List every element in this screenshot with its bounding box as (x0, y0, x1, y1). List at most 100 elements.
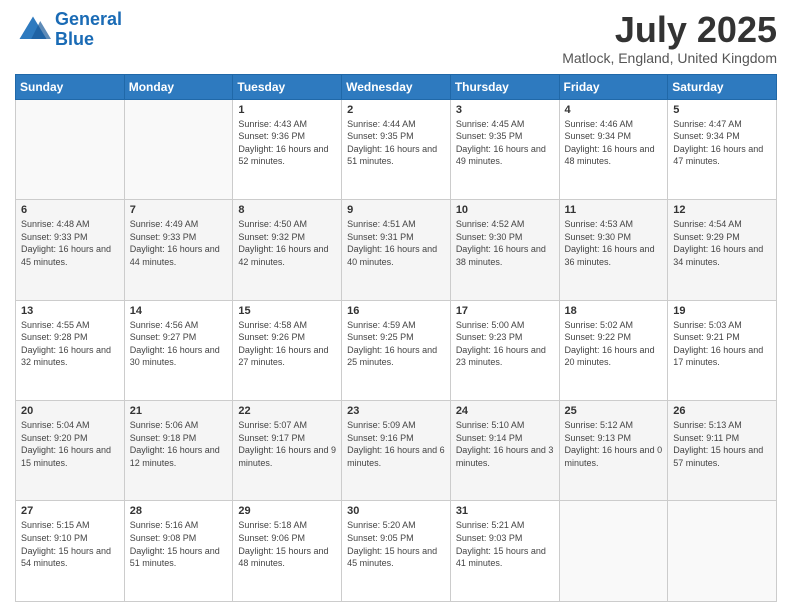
day-info: Sunrise: 4:45 AMSunset: 9:35 PMDaylight:… (456, 118, 554, 168)
calendar-cell: 29 Sunrise: 5:18 AMSunset: 9:06 PMDayligh… (233, 501, 342, 602)
day-info: Sunrise: 5:07 AMSunset: 9:17 PMDaylight:… (238, 419, 336, 469)
logo: General Blue (15, 10, 122, 50)
calendar-header-sunday: Sunday (16, 74, 125, 99)
calendar-cell: 11 Sunrise: 4:53 AMSunset: 9:30 PMDayligh… (559, 200, 668, 300)
title-block: July 2025 Matlock, England, United Kingd… (562, 10, 777, 66)
day-info: Sunrise: 5:16 AMSunset: 9:08 PMDaylight:… (130, 519, 228, 569)
calendar-cell: 10Sunrise: 4:52 AMSunset: 9:30 PMDayligh… (450, 200, 559, 300)
page: General Blue July 2025 Matlock, England,… (0, 0, 792, 612)
day-number: 2 (347, 104, 445, 116)
day-number: 11 (565, 204, 663, 216)
day-number: 23 (347, 405, 445, 417)
day-info: Sunrise: 4:55 AMSunset: 9:28 PMDaylight:… (21, 319, 119, 369)
day-number: 25 (565, 405, 663, 417)
calendar-week-4: 20Sunrise: 5:04 AMSunset: 9:20 PMDayligh… (16, 401, 777, 501)
day-info: Sunrise: 5:06 AMSunset: 9:18 PMDaylight:… (130, 419, 228, 469)
calendar-cell: 14 Sunrise: 4:56 AMSunset: 9:27 PMDayligh… (124, 300, 233, 400)
day-info: Sunrise: 5:20 AMSunset: 9:05 PMDaylight:… (347, 519, 445, 569)
subtitle: Matlock, England, United Kingdom (562, 50, 777, 66)
day-number: 19 (673, 305, 771, 317)
day-info: Sunrise: 4:58 AMSunset: 9:26 PMDaylight:… (238, 319, 336, 369)
day-info: Sunrise: 4:47 AMSunset: 9:34 PMDaylight:… (673, 118, 771, 168)
calendar-cell: 7Sunrise: 4:49 AMSunset: 9:33 PMDaylight… (124, 200, 233, 300)
day-number: 30 (347, 505, 445, 517)
calendar-cell: 30 Sunrise: 5:20 AMSunset: 9:05 PMDayligh… (342, 501, 451, 602)
day-info: Sunrise: 5:04 AMSunset: 9:20 PMDaylight:… (21, 419, 119, 469)
day-info: Sunrise: 4:43 AMSunset: 9:36 PMDaylight:… (238, 118, 336, 168)
calendar-cell: 17Sunrise: 5:00 AMSunset: 9:23 PMDayligh… (450, 300, 559, 400)
logo-icon (15, 12, 51, 48)
day-info: Sunrise: 5:18 AMSunset: 9:06 PMDaylight:… (238, 519, 336, 569)
calendar-cell: 28 Sunrise: 5:16 AMSunset: 9:08 PMDayligh… (124, 501, 233, 602)
calendar-cell (668, 501, 777, 602)
calendar-week-1: 1 Sunrise: 4:43 AMSunset: 9:36 PMDaylight… (16, 99, 777, 199)
header: General Blue July 2025 Matlock, England,… (15, 10, 777, 66)
calendar-cell: 13 Sunrise: 4:55 AMSunset: 9:28 PMDayligh… (16, 300, 125, 400)
day-number: 1 (238, 104, 336, 116)
day-info: Sunrise: 4:56 AMSunset: 9:27 PMDaylight:… (130, 319, 228, 369)
calendar-header-monday: Monday (124, 74, 233, 99)
day-info: Sunrise: 4:46 AMSunset: 9:34 PMDaylight:… (565, 118, 663, 168)
logo-text: General Blue (55, 10, 122, 50)
calendar-cell: 1 Sunrise: 4:43 AMSunset: 9:36 PMDaylight… (233, 99, 342, 199)
calendar-cell: 15 Sunrise: 4:58 AMSunset: 9:26 PMDayligh… (233, 300, 342, 400)
calendar-cell (16, 99, 125, 199)
calendar-cell: 12Sunrise: 4:54 AMSunset: 9:29 PMDayligh… (668, 200, 777, 300)
day-number: 15 (238, 305, 336, 317)
logo-blue-text: Blue (55, 29, 94, 49)
day-number: 5 (673, 104, 771, 116)
day-info: Sunrise: 4:48 AMSunset: 9:33 PMDaylight:… (21, 218, 119, 268)
calendar-cell (559, 501, 668, 602)
day-info: Sunrise: 5:09 AMSunset: 9:16 PMDaylight:… (347, 419, 445, 469)
calendar-header-saturday: Saturday (668, 74, 777, 99)
day-info: Sunrise: 4:59 AMSunset: 9:25 PMDaylight:… (347, 319, 445, 369)
day-info: Sunrise: 5:15 AMSunset: 9:10 PMDaylight:… (21, 519, 119, 569)
day-info: Sunrise: 4:54 AMSunset: 9:29 PMDaylight:… (673, 218, 771, 268)
calendar-week-3: 13 Sunrise: 4:55 AMSunset: 9:28 PMDayligh… (16, 300, 777, 400)
day-info: Sunrise: 4:51 AMSunset: 9:31 PMDaylight:… (347, 218, 445, 268)
day-info: Sunrise: 5:21 AMSunset: 9:03 PMDaylight:… (456, 519, 554, 569)
calendar-cell: 21Sunrise: 5:06 AMSunset: 9:18 PMDayligh… (124, 401, 233, 501)
day-number: 8 (238, 204, 336, 216)
calendar-week-2: 6Sunrise: 4:48 AMSunset: 9:33 PMDaylight… (16, 200, 777, 300)
calendar-cell: 16Sunrise: 4:59 AMSunset: 9:25 PMDayligh… (342, 300, 451, 400)
calendar-cell: 23 Sunrise: 5:09 AMSunset: 9:16 PMDayligh… (342, 401, 451, 501)
day-info: Sunrise: 4:52 AMSunset: 9:30 PMDaylight:… (456, 218, 554, 268)
day-number: 24 (456, 405, 554, 417)
day-info: Sunrise: 5:02 AMSunset: 9:22 PMDaylight:… (565, 319, 663, 369)
calendar-cell: 27 Sunrise: 5:15 AMSunset: 9:10 PMDayligh… (16, 501, 125, 602)
day-info: Sunrise: 5:10 AMSunset: 9:14 PMDaylight:… (456, 419, 554, 469)
calendar-cell: 6Sunrise: 4:48 AMSunset: 9:33 PMDaylight… (16, 200, 125, 300)
day-info: Sunrise: 5:13 AMSunset: 9:11 PMDaylight:… (673, 419, 771, 469)
day-number: 7 (130, 204, 228, 216)
day-number: 22 (238, 405, 336, 417)
day-number: 26 (673, 405, 771, 417)
day-number: 3 (456, 104, 554, 116)
day-number: 18 (565, 305, 663, 317)
day-number: 9 (347, 204, 445, 216)
day-info: Sunrise: 4:50 AMSunset: 9:32 PMDaylight:… (238, 218, 336, 268)
calendar-cell: 31Sunrise: 5:21 AMSunset: 9:03 PMDayligh… (450, 501, 559, 602)
calendar-week-5: 27 Sunrise: 5:15 AMSunset: 9:10 PMDayligh… (16, 501, 777, 602)
day-number: 27 (21, 505, 119, 517)
calendar-cell: 19Sunrise: 5:03 AMSunset: 9:21 PMDayligh… (668, 300, 777, 400)
day-number: 13 (21, 305, 119, 317)
day-info: Sunrise: 5:00 AMSunset: 9:23 PMDaylight:… (456, 319, 554, 369)
calendar-cell: 24 Sunrise: 5:10 AMSunset: 9:14 PMDayligh… (450, 401, 559, 501)
calendar-cell: 5 Sunrise: 4:47 AMSunset: 9:34 PMDaylight… (668, 99, 777, 199)
calendar-table: SundayMondayTuesdayWednesdayThursdayFrid… (15, 74, 777, 602)
day-number: 29 (238, 505, 336, 517)
day-number: 4 (565, 104, 663, 116)
day-number: 14 (130, 305, 228, 317)
calendar-header-wednesday: Wednesday (342, 74, 451, 99)
calendar-header-tuesday: Tuesday (233, 74, 342, 99)
logo-general: General (55, 9, 122, 29)
calendar-cell: 18 Sunrise: 5:02 AMSunset: 9:22 PMDayligh… (559, 300, 668, 400)
day-info: Sunrise: 4:53 AMSunset: 9:30 PMDaylight:… (565, 218, 663, 268)
calendar-cell: 25 Sunrise: 5:12 AMSunset: 9:13 PMDayligh… (559, 401, 668, 501)
day-number: 28 (130, 505, 228, 517)
day-info: Sunrise: 4:44 AMSunset: 9:35 PMDaylight:… (347, 118, 445, 168)
day-info: Sunrise: 5:12 AMSunset: 9:13 PMDaylight:… (565, 419, 663, 469)
calendar-cell: 26 Sunrise: 5:13 AMSunset: 9:11 PMDayligh… (668, 401, 777, 501)
main-title: July 2025 (562, 10, 777, 50)
